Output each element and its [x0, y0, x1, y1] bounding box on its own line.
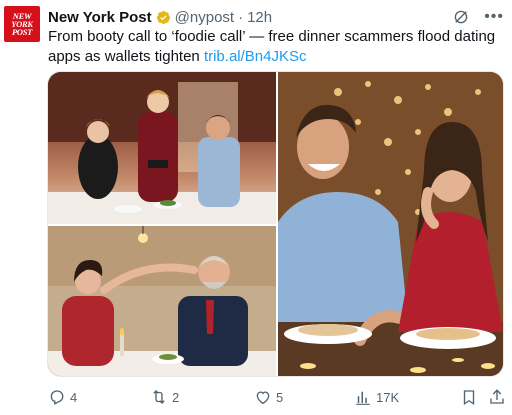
- reply-count: 4: [70, 389, 78, 405]
- photo-smiling-man-bored-woman[interactable]: [278, 72, 503, 376]
- reply-button[interactable]: 4: [48, 386, 77, 408]
- avatar[interactable]: NEW YORK POST: [4, 6, 40, 42]
- post-top-actions: •••: [452, 8, 504, 26]
- share-button[interactable]: [488, 386, 506, 408]
- share-icon: [490, 389, 504, 404]
- grok-icon[interactable]: [452, 8, 470, 26]
- repost-button[interactable]: 2: [150, 386, 179, 408]
- repost-count: 2: [172, 389, 180, 405]
- media-grid: [47, 71, 504, 377]
- separator: ·: [238, 8, 244, 26]
- author-name[interactable]: New York Post: [48, 9, 152, 26]
- photo-smiling-man-bored-woman-art: [278, 72, 503, 376]
- views-icon: [356, 391, 370, 405]
- like-count: 5: [276, 389, 284, 405]
- like-icon: [256, 391, 270, 405]
- more-icon[interactable]: •••: [484, 8, 504, 26]
- views-count: 17K: [376, 389, 400, 405]
- author-handle[interactable]: @nypost: [175, 9, 234, 26]
- action-bar: 4 2 5 17K: [48, 386, 506, 408]
- post-text: From booty call to ‘foodie call’ — free …: [48, 27, 506, 67]
- avatar-logo-text: NEW YORK POST: [11, 11, 33, 37]
- bookmark-icon: [463, 390, 475, 406]
- reply-icon: [50, 390, 64, 405]
- photo-older-man-woman-art: [48, 226, 276, 376]
- verified-badge-icon: [156, 10, 170, 24]
- bookmark-button[interactable]: [460, 386, 478, 408]
- post-time[interactable]: 12h: [247, 9, 272, 26]
- post-link[interactable]: trib.al/Bn4JKSc: [204, 48, 307, 65]
- photo-waiter-couple[interactable]: [48, 72, 276, 224]
- photo-waiter-couple-art: [48, 72, 276, 224]
- photo-older-man-woman[interactable]: [48, 226, 276, 376]
- views-button[interactable]: 17K: [354, 386, 399, 408]
- post-header: New York Post @nypost · 12h: [48, 8, 272, 26]
- repost-icon: [153, 390, 165, 404]
- like-button[interactable]: 5: [254, 386, 283, 408]
